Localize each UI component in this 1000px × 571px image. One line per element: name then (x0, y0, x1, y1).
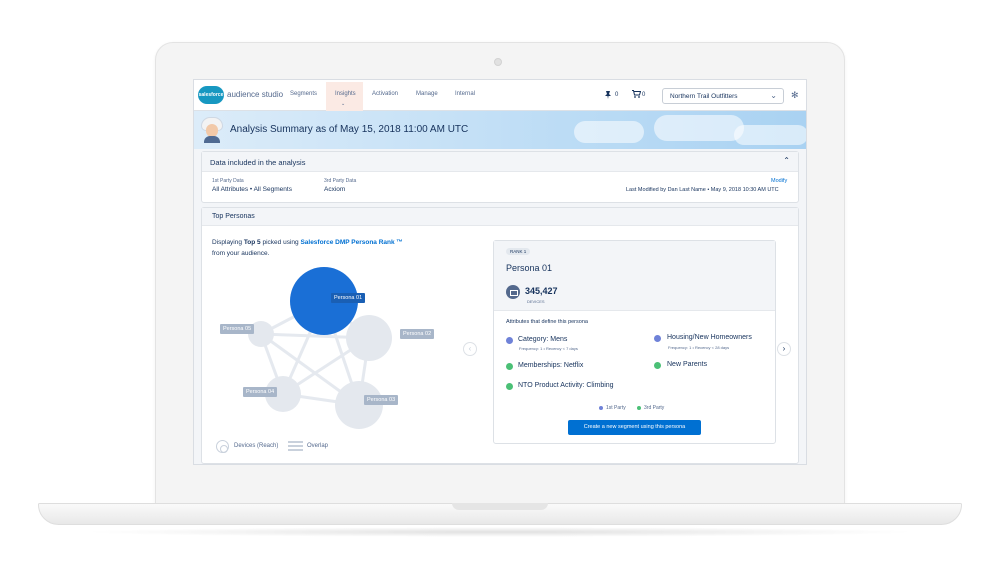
bubble-persona-02[interactable] (346, 315, 392, 361)
devices-icon (506, 285, 520, 299)
third-party-dot (506, 383, 513, 390)
chevron-down-icon: ⌄ (341, 101, 346, 107)
persona-bubble-chart (248, 267, 392, 429)
third-party-label: 3rd Party Data (324, 178, 357, 184)
attribute-memberships: Memberships: Netflix (518, 362, 584, 369)
app-name: audience studio (227, 90, 284, 99)
persona-name: Persona 01 (506, 263, 553, 273)
decorative-cloud (734, 125, 806, 145)
overlap-icon (288, 441, 303, 451)
legend-devices: Devices (Reach) (234, 443, 279, 449)
top-personas-card: Top Personas Displaying Top 5 picked usi… (201, 207, 799, 464)
legend-first-party: 1st Party (606, 405, 626, 411)
bubble-label-persona-04[interactable]: Persona 04 (243, 387, 278, 397)
chevron-down-icon: ⌄ (770, 91, 777, 100)
app-screen: salesforce audience studio Segments Insi… (193, 79, 807, 465)
bubble-persona-03[interactable] (335, 381, 383, 429)
first-party-value: All Attributes • All Segments (212, 186, 292, 193)
page-header-banner: Analysis Summary as of May 15, 2018 11:0… (194, 111, 806, 149)
tab-insights[interactable]: Insights (335, 91, 356, 97)
pinned-count: 0 (615, 92, 619, 98)
einstein-avatar (201, 117, 223, 143)
devices-label: DEVICES (527, 299, 545, 304)
persona-header: RANK 1 Persona 01 345,427 DEVICES (494, 241, 775, 311)
tab-activation[interactable]: Activation (372, 91, 398, 97)
salesforce-logo[interactable]: salesforce (198, 86, 224, 104)
legend-overlap: Overlap (307, 443, 329, 449)
third-party-legend-dot (637, 406, 641, 410)
attribute-sub: Frequency: 1 • Recency < 28 days (668, 345, 730, 350)
persona-detail-panel: RANK 1 Persona 01 345,427 DEVICES Attrib… (493, 240, 776, 444)
devices-reach-icon (216, 440, 229, 453)
first-party-dot (654, 335, 661, 342)
previous-persona-button[interactable]: ‹ (463, 342, 477, 356)
data-included-card: Data included in the analysis ⌃ 1st Part… (201, 151, 799, 203)
first-party-dot (506, 337, 513, 344)
modify-link[interactable]: Modify (771, 178, 787, 184)
bubble-label-persona-03[interactable]: Persona 03 (364, 395, 399, 405)
attribute-nto-climbing: NTO Product Activity: Climbing (518, 382, 614, 389)
tab-manage[interactable]: Manage (416, 91, 438, 97)
third-party-value: Acxiom (324, 186, 346, 193)
bubble-label-persona-01[interactable]: Persona 01 (331, 293, 366, 303)
chevron-up-icon[interactable]: ⌃ (783, 156, 790, 165)
last-modified-text: Last Modified by Dan Last Name • May 9, … (626, 187, 779, 193)
first-party-legend-dot (599, 406, 603, 410)
tab-segments[interactable]: Segments (290, 91, 317, 97)
attribute-housing: Housing/New Homeowners (667, 334, 752, 341)
bubble-label-persona-02[interactable]: Persona 02 (400, 329, 435, 339)
laptop-notch (452, 503, 548, 510)
card-header[interactable]: Data included in the analysis ⌃ (202, 152, 798, 172)
next-persona-button[interactable]: › (777, 342, 791, 356)
third-party-dot (506, 363, 513, 370)
laptop-shadow (80, 527, 920, 537)
attributes-label: Attributes that define this persona (506, 319, 588, 325)
decorative-cloud (574, 121, 644, 143)
tab-internal[interactable]: Internal (455, 91, 475, 97)
devices-count: 345,427 (525, 286, 558, 296)
gear-icon[interactable]: ✻ (791, 90, 799, 100)
legend-third-party: 3rd Party (644, 405, 665, 411)
bubble-label-persona-05[interactable]: Persona 05 (220, 324, 255, 334)
decorative-cloud (654, 115, 744, 141)
rank-badge: RANK 1 (506, 248, 531, 255)
top-navigation: salesforce audience studio Segments Insi… (194, 80, 806, 111)
cart-icon[interactable] (632, 90, 642, 100)
pin-icon[interactable] (604, 91, 612, 99)
org-select-value: Northern Trail Outfitters (670, 93, 738, 100)
attribute-category-mens: Category: Mens (518, 336, 568, 343)
third-party-dot (654, 362, 661, 369)
attribute-new-parents: New Parents (667, 361, 708, 368)
camera-dot (494, 58, 502, 66)
cart-count: 0 (642, 92, 646, 98)
first-party-label: 1st Party Data (212, 178, 244, 184)
org-select[interactable]: Northern Trail Outfitters ⌄ (662, 88, 784, 104)
attribute-sub: Frequency: 1 • Recency < 7 days (519, 346, 578, 351)
card-title: Data included in the analysis (210, 158, 306, 167)
page-title: Analysis Summary as of May 15, 2018 11:0… (230, 124, 469, 135)
create-segment-button[interactable]: Create a new segment using this persona (568, 420, 701, 435)
